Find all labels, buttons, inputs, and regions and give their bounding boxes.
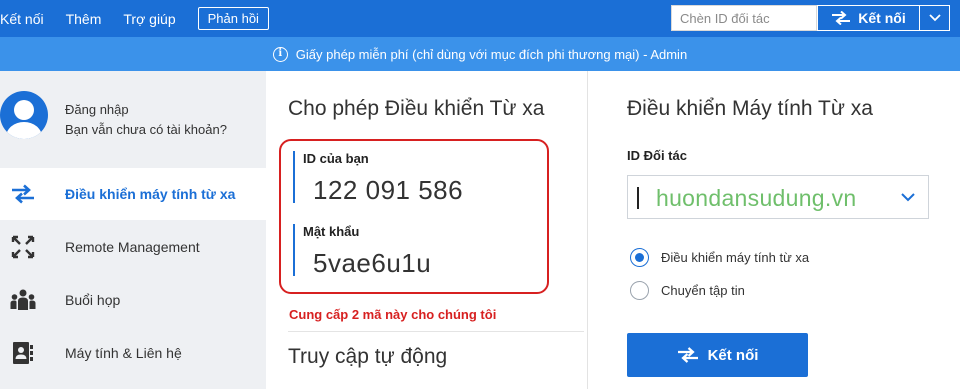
watermark-text: huondansudung.vn xyxy=(656,185,857,211)
menu-help[interactable]: Trợ giúp xyxy=(123,11,175,27)
arrows-swap-icon xyxy=(677,347,698,363)
no-account-label: Bạn vẫn chưa có tài khoản? xyxy=(65,122,227,137)
account-section[interactable]: Đăng nhập Bạn vẫn chưa có tài khoản? xyxy=(0,71,266,161)
arrows-swap-icon xyxy=(12,184,34,204)
credentials-highlight: ID của bạn 122 091 586 Mật khẩu 5vae6u1u xyxy=(279,139,549,294)
connect-button[interactable]: Kết nối xyxy=(627,333,808,377)
menu-extras[interactable]: Thêm xyxy=(66,11,102,27)
top-connect-button[interactable]: Kết nối xyxy=(817,5,920,31)
top-toolbar: Kết nối Thêm Trợ giúp Phản hồi Kết nối xyxy=(0,0,960,37)
unattended-access-title: Truy cập tự động xyxy=(288,345,448,368)
your-id-value[interactable]: 122 091 586 xyxy=(313,175,463,206)
sidebar-item-remote-control[interactable]: Điều khiển máy tính từ xa xyxy=(0,168,266,220)
chevron-down-icon[interactable] xyxy=(900,190,916,204)
sign-in-label[interactable]: Đăng nhập xyxy=(65,102,129,117)
info-icon: i xyxy=(272,46,288,62)
radio-button[interactable] xyxy=(630,281,649,300)
password-label: Mật khẩu xyxy=(303,224,360,239)
partner-id-label: ID Đối tác xyxy=(627,148,687,163)
license-banner: i Giấy phép miễn phí (chỉ dùng với mục đ… xyxy=(0,37,960,71)
chevron-down-icon xyxy=(928,14,941,22)
divider xyxy=(288,331,584,332)
text-cursor xyxy=(637,187,639,209)
sidebar-item-label: Máy tính & Liên hệ xyxy=(65,345,182,361)
credentials-note: Cung cấp 2 mã này cho chúng tôi xyxy=(289,307,497,322)
main-menu: Kết nối Thêm Trợ giúp Phản hồi xyxy=(0,0,269,37)
radio-file-transfer[interactable]: Chuyển tập tin xyxy=(630,281,745,300)
license-text: Giấy phép miễn phí (chỉ dùng với mục đíc… xyxy=(295,46,688,62)
meeting-people-icon xyxy=(10,289,36,310)
top-partner-id-input[interactable] xyxy=(671,5,817,31)
allow-remote-title: Cho phép Điều khiển Từ xa xyxy=(288,97,545,120)
sidebar: Đăng nhập Bạn vẫn chưa có tài khoản? Điề… xyxy=(0,71,266,389)
password-value[interactable]: 5vae6u1u xyxy=(313,248,431,279)
menu-connection[interactable]: Kết nối xyxy=(0,11,44,27)
avatar xyxy=(0,91,48,139)
id-accent-bar xyxy=(293,151,295,203)
contacts-icon xyxy=(13,342,33,364)
arrows-swap-icon xyxy=(832,11,851,25)
top-connect-dropdown[interactable] xyxy=(920,5,950,31)
top-connect-label: Kết nối xyxy=(858,10,906,26)
sidebar-item-label: Điều khiển máy tính từ xa xyxy=(65,186,236,202)
control-remote-title: Điều khiển Máy tính Từ xa xyxy=(627,97,873,120)
sidebar-item-label: Remote Management xyxy=(65,239,200,255)
connect-button-label: Kết nối xyxy=(707,346,759,364)
expand-arrows-icon xyxy=(11,235,35,259)
control-remote-panel: Điều khiển Máy tính Từ xa ID Đối tác huo… xyxy=(589,71,960,389)
your-id-label: ID của bạn xyxy=(303,151,369,166)
radio-button-checked[interactable] xyxy=(630,248,649,267)
radio-label: Chuyển tập tin xyxy=(661,283,745,298)
radio-remote-control[interactable]: Điều khiển máy tính từ xa xyxy=(630,248,809,267)
allow-remote-panel: Cho phép Điều khiển Từ xa ID của bạn 122… xyxy=(266,71,588,389)
sidebar-item-computers-contacts[interactable]: Máy tính & Liên hệ xyxy=(0,327,266,379)
feedback-button[interactable]: Phản hồi xyxy=(197,7,269,30)
sidebar-item-remote-management[interactable]: Remote Management xyxy=(0,221,266,273)
sidebar-item-meeting[interactable]: Buổi họp xyxy=(0,274,266,326)
sidebar-item-label: Buổi họp xyxy=(65,292,121,308)
radio-label: Điều khiển máy tính từ xa xyxy=(661,250,810,265)
partner-id-input[interactable]: huondansudung.vn xyxy=(627,175,929,219)
password-accent-bar xyxy=(293,224,295,276)
